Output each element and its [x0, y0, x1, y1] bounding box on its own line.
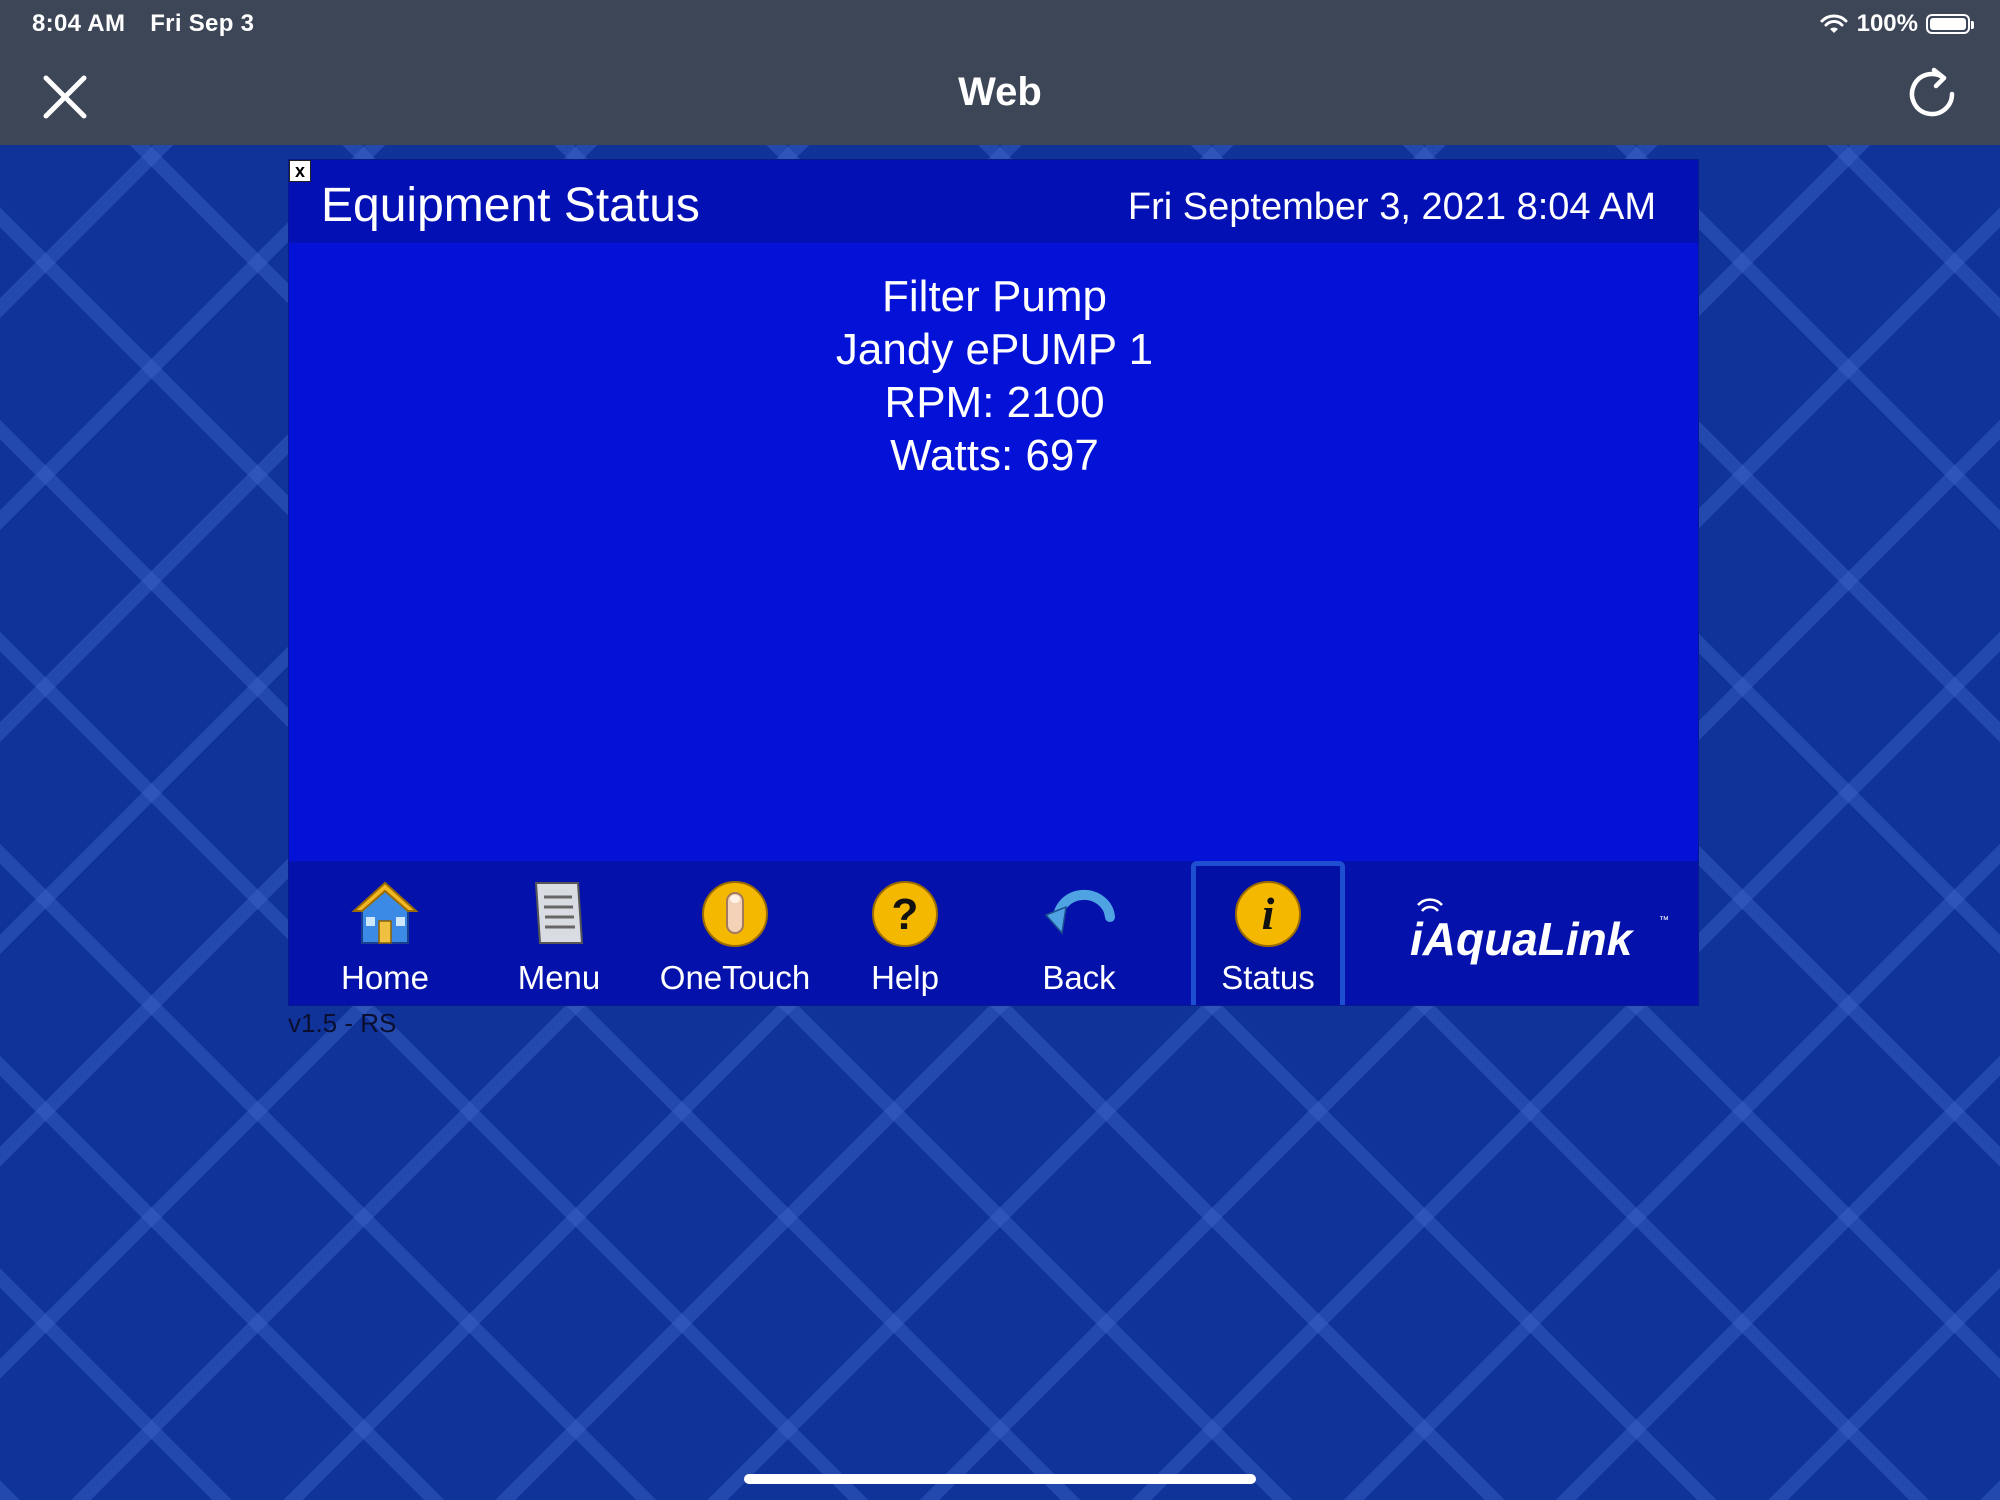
status-bar-right: 100%: [1819, 10, 1974, 38]
battery-percent: 100%: [1856, 10, 1918, 37]
iaqualink-logo: iAquaLink ™: [1410, 898, 1669, 965]
equipment-model: Jandy ePUMP 1: [835, 325, 1154, 374]
menu-icon: [534, 882, 584, 944]
panel-header: Equipment Status Fri September 3, 2021 8…: [289, 160, 1698, 243]
onetouch-button[interactable]: OneTouch: [655, 861, 815, 1005]
home-button[interactable]: Home: [305, 861, 465, 1005]
page-title: Equipment Status: [321, 179, 700, 232]
status-date: Fri Sep 3: [150, 10, 255, 37]
status-button[interactable]: i Status: [1191, 861, 1345, 1005]
onetouch-label: OneTouch: [659, 959, 811, 996]
home-icon: [351, 881, 419, 944]
help-icon: ?: [872, 881, 938, 947]
svg-text:?: ?: [892, 890, 919, 939]
reload-icon[interactable]: [1904, 64, 1960, 120]
panel-datetime: Fri September 3, 2021 8:04 AM: [1127, 186, 1656, 228]
top-bar: 8:04 AM Fri Sep 3 100% Web: [0, 0, 2000, 145]
battery-icon: [1926, 14, 1974, 34]
help-label: Help: [871, 959, 939, 996]
svg-text:i: i: [1262, 888, 1275, 939]
status-bar-left: 8:04 AM Fri Sep 3: [32, 10, 272, 38]
version-label: v1.5 - RS: [288, 1008, 397, 1038]
svg-text:™: ™: [1659, 915, 1669, 926]
wifi-icon: [1820, 14, 1848, 33]
nav-title: Web: [958, 70, 1042, 114]
back-button[interactable]: Back: [999, 861, 1159, 1005]
equipment-rpm: RPM: 2100: [884, 378, 1105, 427]
home-indicator[interactable]: [744, 1474, 1256, 1484]
status-label: Status: [1221, 959, 1315, 996]
equipment-status-panel: Equipment Status Fri September 3, 2021 8…: [288, 159, 1699, 1006]
onetouch-icon: [702, 881, 768, 947]
home-label: Home: [340, 959, 430, 996]
menu-label: Menu: [517, 959, 601, 996]
back-icon: [1044, 889, 1115, 935]
equipment-type: Filter Pump: [882, 272, 1107, 321]
back-label: Back: [1042, 959, 1116, 996]
panel-close-button[interactable]: x: [289, 160, 311, 182]
status-time: 8:04 AM: [32, 10, 126, 37]
help-button[interactable]: ? Help: [825, 861, 985, 1005]
menu-button[interactable]: Menu: [479, 861, 639, 1005]
status-icon: i: [1235, 881, 1301, 947]
equipment-watts: Watts: 697: [890, 431, 1099, 480]
equipment-details: Filter Pump Jandy ePUMP 1 RPM: 2100 Watt…: [289, 270, 1700, 482]
svg-text:iAquaLink: iAquaLink: [1410, 913, 1635, 965]
bottom-toolbar: Home Menu OneTouch ? Help Back i Status …: [289, 861, 1698, 1005]
